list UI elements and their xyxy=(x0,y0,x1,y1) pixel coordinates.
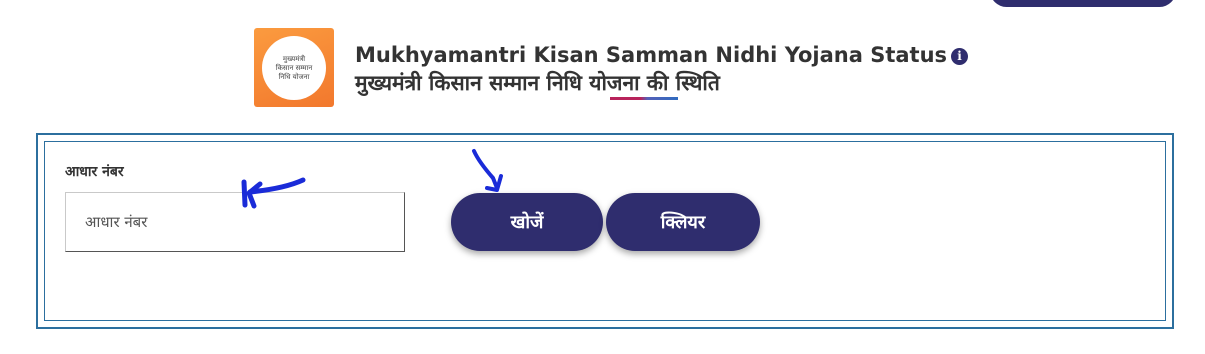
arrow-to-input-icon xyxy=(241,177,306,209)
arrow-to-search-button-icon xyxy=(472,149,503,192)
annotation-overlay xyxy=(241,149,503,209)
